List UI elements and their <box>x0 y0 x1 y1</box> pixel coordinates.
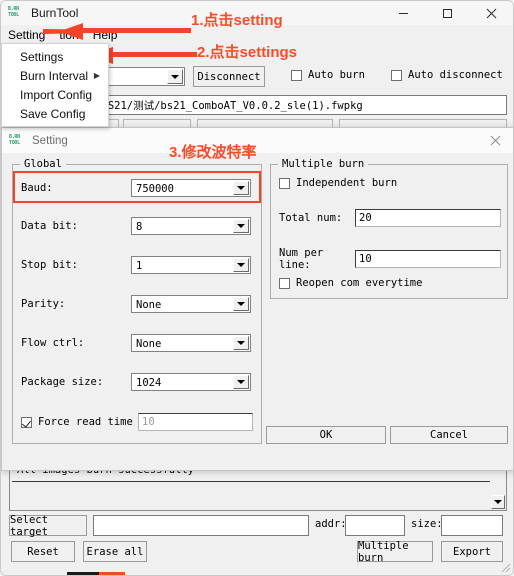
package-size-row: Package size: 1024 <box>21 373 253 391</box>
force-read-time-row: Force read time 10 <box>21 413 253 431</box>
global-group-title: Global <box>20 158 66 170</box>
menu-burn-interval-label: Burn Interval <box>20 68 89 83</box>
annotation-step-3: 3.修改波特率 <box>169 144 257 161</box>
chevron-right-icon: ▶ <box>93 71 100 80</box>
size-label: size: <box>411 518 443 530</box>
maximize-icon[interactable] <box>425 1 469 25</box>
num-per-line-label: Num per line: <box>279 247 324 271</box>
menu-import-config-label: Import Config <box>20 87 93 102</box>
addr-input[interactable] <box>345 515 405 536</box>
num-per-line-input[interactable]: 10 <box>355 250 501 268</box>
multiple-burn-button[interactable]: Multiple burn <box>357 540 433 564</box>
target-path-input[interactable] <box>93 515 309 536</box>
setting-dropdown-menu: Settings Burn Interval ▶ Import Config S… <box>1 43 109 127</box>
close-icon[interactable] <box>469 1 513 25</box>
erase-all-button[interactable]: Erase all <box>83 541 147 562</box>
port-select[interactable] <box>105 67 185 86</box>
package-size-select[interactable]: 1024 <box>131 373 251 391</box>
burntool-logo-icon: B.RN TOOL <box>8 6 19 18</box>
scroll-down-icon[interactable] <box>491 495 505 509</box>
flow-ctrl-select-value: None <box>136 337 162 350</box>
annotation-step-2: 2.点击settings <box>197 44 298 61</box>
chevron-down-icon[interactable] <box>233 258 249 272</box>
flow-ctrl-label: Flow ctrl: <box>21 337 85 349</box>
menu-burn-interval[interactable]: Burn Interval ▶ <box>2 66 108 85</box>
total-num-label: Total num: <box>279 212 343 224</box>
multiple-burn-group-title: Multiple burn <box>278 158 369 170</box>
data-bit-select[interactable]: 8 <box>131 217 251 235</box>
flow-ctrl-select[interactable]: None <box>131 334 251 352</box>
burntool-window: B.RNTOOL BurnTool Setting tion Help <box>0 0 514 576</box>
package-size-select-value: 1024 <box>136 376 162 389</box>
total-num-row: Total num: 20 <box>279 209 501 227</box>
chevron-down-icon[interactable] <box>167 69 183 84</box>
burntool-logo-icon: B.RN TOOL <box>9 133 20 146</box>
stop-bit-row: Stop bit: 1 <box>21 256 253 274</box>
window-controls <box>381 1 513 25</box>
menu-import-config[interactable]: Import Config <box>2 85 108 104</box>
independent-burn-label: Independent burn <box>296 177 398 189</box>
port-select-value <box>110 69 164 85</box>
taskbar-indicator <box>67 572 125 575</box>
force-read-time-checkbox-box <box>21 416 32 428</box>
parity-select-value: None <box>136 298 162 311</box>
disconnect-button[interactable]: Disconnect <box>193 66 265 87</box>
size-input[interactable] <box>441 515 503 536</box>
auto-disconnect-checkbox[interactable]: Auto disconnect <box>391 69 503 81</box>
close-icon[interactable] <box>476 128 513 153</box>
total-num-input[interactable]: 20 <box>355 209 501 227</box>
data-bit-select-value: 8 <box>136 220 143 233</box>
reopen-com-label: Reopen com everytime <box>296 277 423 289</box>
ok-button[interactable]: OK <box>266 426 386 444</box>
window-title: BurnTool <box>31 6 79 20</box>
auto-disconnect-checkbox-box <box>391 69 402 81</box>
annotation-step-1: 1.点击setting <box>191 12 283 29</box>
global-group: Global Baud: 750000 Data bit: 8 Stop bit… <box>12 158 262 444</box>
independent-burn-checkbox-box <box>279 177 290 189</box>
reopen-com-checkbox-box <box>279 277 290 289</box>
num-per-line-row: Num per line: 10 <box>279 247 501 271</box>
package-size-label: Package size: <box>21 376 104 388</box>
cancel-button[interactable]: Cancel <box>390 426 508 444</box>
action-buttons-row: Reset Erase all Multiple burn Export <box>9 540 507 564</box>
auto-burn-label: Auto burn <box>308 69 365 81</box>
parity-label: Parity: <box>21 298 66 310</box>
flow-ctrl-row: Flow ctrl: None <box>21 334 253 352</box>
menu-settings[interactable]: Settings <box>2 47 108 66</box>
parity-select[interactable]: None <box>131 295 251 313</box>
stop-bit-select-value: 1 <box>136 259 143 272</box>
menu-settings-label: Settings <box>20 49 64 64</box>
select-target-button[interactable]: Select target <box>9 514 87 538</box>
auto-burn-checkbox[interactable]: Auto burn <box>291 69 365 81</box>
force-read-time-label: Force read time <box>38 416 133 428</box>
menu-save-config[interactable]: Save Config <box>2 104 108 123</box>
force-read-time-checkbox[interactable]: Force read time <box>21 416 138 428</box>
stop-bit-label: Stop bit: <box>21 259 78 271</box>
data-bit-label: Data bit: <box>21 220 78 232</box>
resize-grip-icon[interactable] <box>499 561 511 573</box>
chevron-down-icon[interactable] <box>233 219 249 233</box>
multiple-burn-group: Multiple burn Independent burn Total num… <box>270 158 508 299</box>
reopen-com-checkbox[interactable]: Reopen com everytime <box>279 277 422 289</box>
auto-disconnect-label: Auto disconnect <box>408 69 503 81</box>
addr-label: addr: <box>315 518 347 530</box>
annotation-arrow-1 <box>43 23 191 40</box>
independent-burn-checkbox[interactable]: Independent burn <box>279 177 397 189</box>
baud-highlight-box <box>13 171 261 203</box>
export-button[interactable]: Export <box>441 541 503 562</box>
setting-dialog-title: Setting <box>32 134 68 147</box>
reset-button[interactable]: Reset <box>11 541 75 562</box>
chevron-down-icon[interactable] <box>233 375 249 389</box>
stop-bit-select[interactable]: 1 <box>131 256 251 274</box>
data-bit-row: Data bit: 8 <box>21 217 253 235</box>
parity-row: Parity: None <box>21 295 253 313</box>
setting-dialog-titlebar: B.RN TOOL Setting <box>2 128 513 153</box>
chevron-down-icon[interactable] <box>233 336 249 350</box>
chevron-down-icon[interactable] <box>233 297 249 311</box>
menu-save-config-label: Save Config <box>20 106 86 121</box>
minimize-icon[interactable] <box>381 1 425 25</box>
auto-burn-checkbox-box <box>291 69 302 81</box>
target-row: Select target addr: size: <box>9 514 507 538</box>
force-read-time-input[interactable]: 10 <box>138 413 253 431</box>
